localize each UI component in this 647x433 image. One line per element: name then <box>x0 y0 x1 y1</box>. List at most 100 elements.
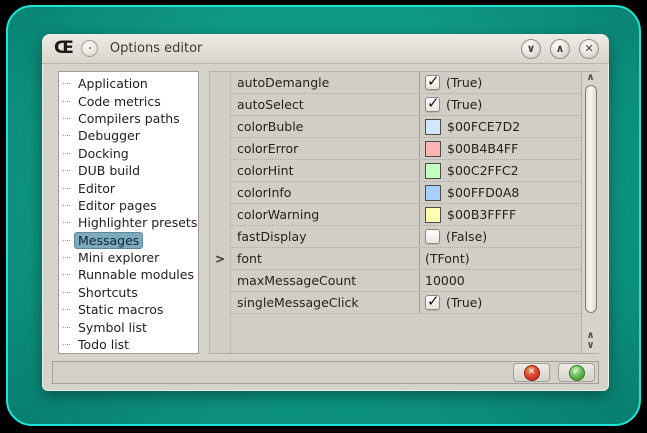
window-controls: ∨ ∧ ✕ <box>521 39 599 59</box>
desktop-frame: Œ Options editor ∨ ∧ ✕ ApplicationCode m… <box>6 5 641 426</box>
property-name: colorBuble <box>231 116 419 137</box>
gutter-cell <box>210 226 230 248</box>
sidebar-item-label: Editor pages <box>74 197 161 214</box>
sidebar-item-label: Todo list <box>74 336 133 353</box>
close-button[interactable]: ✕ <box>579 39 599 59</box>
property-name: autoDemangle <box>231 72 419 93</box>
gutter-cell <box>210 204 230 226</box>
dialog-footer: ✕ ✓ <box>52 361 599 384</box>
maximize-button[interactable]: ∧ <box>550 39 570 59</box>
property-row-fastDisplay[interactable]: fastDisplay (False) <box>231 226 581 248</box>
sidebar-item-symbol-list[interactable]: Symbol list <box>61 318 198 335</box>
property-name: singleMessageClick <box>231 292 419 313</box>
property-value[interactable]: $00FFD0A8 <box>419 182 581 203</box>
sidebar-item-label: Shortcuts <box>74 284 142 301</box>
sidebar-item-mini-explorer[interactable]: Mini explorer <box>61 249 198 266</box>
category-tree[interactable]: ApplicationCode metricsCompilers pathsDe… <box>58 71 199 354</box>
property-value-text: $00B3FFFF <box>447 207 516 222</box>
sidebar-item-static-macros[interactable]: Static macros <box>61 301 198 318</box>
property-value[interactable]: $00C2FFC2 <box>419 160 581 181</box>
color-swatch[interactable] <box>425 207 441 223</box>
sidebar-item-highlighter-presets[interactable]: Highlighter presets <box>61 214 198 231</box>
sidebar-item-editor[interactable]: Editor <box>61 179 198 196</box>
gutter-cell <box>210 94 230 116</box>
property-name: colorError <box>231 138 419 159</box>
color-swatch[interactable] <box>425 141 441 157</box>
property-row-autoSelect[interactable]: autoSelect✓(True) <box>231 94 581 116</box>
sidebar-item-runnable-modules[interactable]: Runnable modules <box>61 266 198 283</box>
sidebar-item-label: Docking <box>74 145 133 162</box>
property-row-maxMessageCount[interactable]: maxMessageCount10000 <box>231 270 581 292</box>
minimize-button[interactable]: ∨ <box>521 39 541 59</box>
gutter-cell <box>210 72 230 94</box>
sidebar-item-application[interactable]: Application <box>61 75 198 92</box>
sidebar-item-compilers-paths[interactable]: Compilers paths <box>61 110 198 127</box>
property-name: fastDisplay <box>231 226 419 247</box>
cancel-button[interactable]: ✕ <box>513 363 550 382</box>
property-row-autoDemangle[interactable]: autoDemangle✓(True) <box>231 72 581 94</box>
window-menu-button[interactable] <box>81 40 98 57</box>
sidebar-item-label: Editor <box>74 180 119 197</box>
property-name: font <box>231 248 419 269</box>
property-row-font[interactable]: font (TFont) <box>231 248 581 270</box>
property-name: maxMessageCount <box>231 270 419 291</box>
checkbox-checked-icon[interactable]: ✓ <box>425 97 440 112</box>
color-swatch[interactable] <box>425 185 441 201</box>
property-value-text: (False) <box>446 229 487 244</box>
property-value[interactable]: ✓(True) <box>419 94 581 115</box>
gutter-cell <box>210 270 230 292</box>
sidebar-item-dub-build[interactable]: DUB build <box>61 162 198 179</box>
check-icon: ✓ <box>427 292 440 310</box>
sidebar-item-docking[interactable]: Docking <box>61 145 198 162</box>
property-row-colorHint[interactable]: colorHint$00C2FFC2 <box>231 160 581 182</box>
gutter-cell <box>210 138 230 160</box>
property-value-text: (TFont) <box>425 251 470 266</box>
color-swatch[interactable] <box>425 163 441 179</box>
scroll-up-icon[interactable]: ∧ <box>586 73 594 83</box>
gutter-cell <box>210 116 230 138</box>
vertical-scrollbar[interactable]: ∧ ∧ ∨ <box>581 72 599 353</box>
color-swatch[interactable] <box>425 119 441 135</box>
sidebar-item-label: Mini explorer <box>74 249 163 266</box>
sidebar-item-messages[interactable]: Messages <box>61 232 198 249</box>
property-row-colorBuble[interactable]: colorBuble $00FCE7D2 <box>231 116 581 138</box>
accept-button[interactable]: ✓ <box>558 363 595 382</box>
property-row-colorError[interactable]: colorError$00B4B4FF <box>231 138 581 160</box>
sidebar-item-editor-pages[interactable]: Editor pages <box>61 197 198 214</box>
property-value[interactable]: (TFont) <box>419 248 581 269</box>
property-value[interactable]: (False) <box>419 226 581 247</box>
property-grid-gutter: > <box>210 72 231 353</box>
property-value[interactable]: ✓ (True) <box>419 292 581 313</box>
property-name: colorWarning <box>231 204 419 225</box>
sidebar-item-todo-list[interactable]: Todo list <box>61 336 198 353</box>
property-value[interactable]: $00B4B4FF <box>419 138 581 159</box>
property-value-text: (True) <box>446 295 482 310</box>
content-area: ApplicationCode metricsCompilers pathsDe… <box>42 64 609 356</box>
sidebar-item-shortcuts[interactable]: Shortcuts <box>61 284 198 301</box>
panel-splitter[interactable] <box>199 71 209 356</box>
property-row-colorInfo[interactable]: colorInfo$00FFD0A8 <box>231 182 581 204</box>
checkbox-checked-icon[interactable]: ✓ <box>425 75 440 90</box>
gutter-cell <box>210 292 230 314</box>
scrollbar-thumb[interactable] <box>585 85 597 313</box>
checkbox-unchecked-icon[interactable] <box>425 229 440 244</box>
sidebar-item-code-metrics[interactable]: Code metrics <box>61 92 198 109</box>
property-row-colorWarning[interactable]: colorWarning $00B3FFFF <box>231 204 581 226</box>
property-value[interactable]: ✓(True) <box>419 72 581 93</box>
sidebar-item-label: Highlighter presets <box>74 214 199 231</box>
property-value[interactable]: $00B3FFFF <box>419 204 581 225</box>
property-value-text: $00C2FFC2 <box>447 163 519 178</box>
sidebar-item-debugger[interactable]: Debugger <box>61 127 198 144</box>
property-value[interactable]: $00FCE7D2 <box>419 116 581 137</box>
scroll-down-icon[interactable]: ∨ <box>586 341 594 351</box>
checkbox-checked-icon[interactable]: ✓ <box>425 295 440 310</box>
titlebar[interactable]: Œ Options editor ∨ ∧ ✕ <box>42 34 609 64</box>
property-value-text: $00FCE7D2 <box>447 119 520 134</box>
window-title: Options editor <box>110 41 203 56</box>
sidebar-item-label: Debugger <box>74 127 144 144</box>
property-row-singleMessageClick[interactable]: singleMessageClick ✓ (True) <box>231 292 581 314</box>
sidebar-item-label: Messages <box>74 232 143 249</box>
selected-row-marker: > <box>210 248 230 270</box>
property-value[interactable]: 10000 <box>419 270 581 291</box>
cancel-x-icon: ✕ <box>524 365 540 381</box>
